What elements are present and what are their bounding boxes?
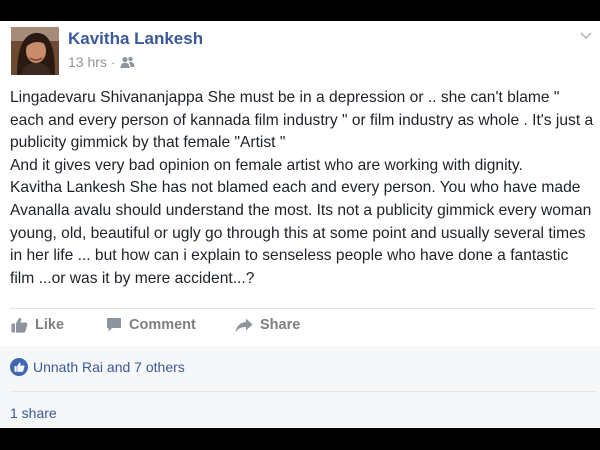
divider bbox=[10, 308, 596, 309]
author-name[interactable]: Kavitha Lankesh bbox=[68, 29, 203, 49]
like-label: Like bbox=[35, 317, 65, 333]
post-paragraph: Lingadevaru Shivananjappa She must be in… bbox=[10, 89, 594, 152]
share-button[interactable]: Share bbox=[235, 317, 300, 333]
friends-icon[interactable] bbox=[120, 56, 135, 69]
likes-summary[interactable]: Unnath Rai and 7 others bbox=[10, 358, 185, 376]
profile-photo-icon bbox=[11, 27, 59, 75]
avatar[interactable] bbox=[11, 27, 59, 75]
post-timestamp[interactable]: 13 hrs bbox=[68, 54, 107, 70]
post-paragraph: Kavitha Lankesh She has not blamed each … bbox=[10, 179, 592, 287]
share-count[interactable]: 1 share bbox=[10, 405, 57, 421]
likes-text[interactable]: Unnath Rai and 7 others bbox=[33, 359, 185, 375]
comment-label: Comment bbox=[129, 317, 196, 333]
action-bar: Like Comment Share bbox=[0, 311, 600, 343]
chevron-down-icon[interactable] bbox=[578, 27, 594, 43]
comment-button[interactable]: Comment bbox=[106, 317, 196, 333]
divider bbox=[10, 391, 596, 392]
comment-icon bbox=[107, 318, 121, 332]
post-paragraph: And it gives very bad opinion on female … bbox=[10, 156, 523, 174]
post-card: Kavitha Lankesh 13 hrs · Lingadevaru Shi… bbox=[0, 21, 600, 428]
reactions-strip: Unnath Rai and 7 others 1 share bbox=[0, 346, 600, 428]
post-body: Lingadevaru Shivananjappa She must be in… bbox=[10, 87, 596, 290]
share-label: Share bbox=[260, 317, 301, 333]
share-arrow-icon bbox=[235, 318, 253, 332]
meta-separator: · bbox=[110, 54, 116, 70]
post-meta: 13 hrs · bbox=[68, 54, 135, 70]
like-badge-icon bbox=[10, 358, 28, 376]
like-button[interactable]: Like bbox=[11, 317, 64, 333]
thumbs-up-icon bbox=[11, 317, 28, 333]
